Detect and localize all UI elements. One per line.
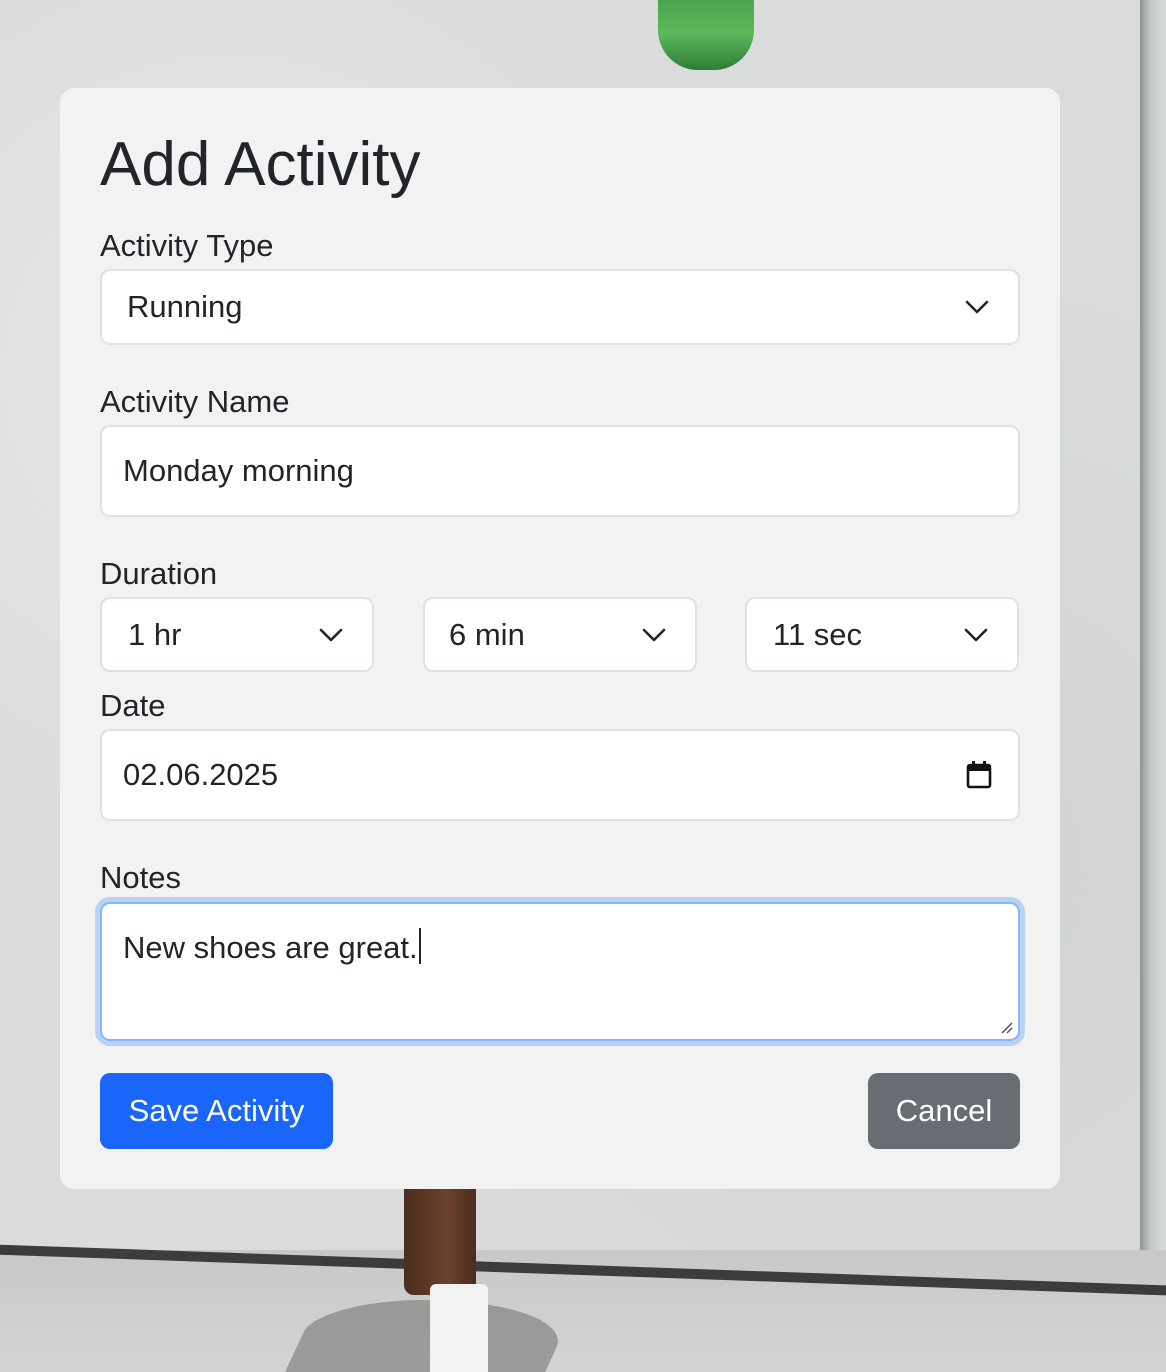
activity-type-value: Running [127,289,243,324]
duration-seconds-select[interactable]: 11 sec [745,597,1019,672]
date-label: Date [100,688,166,723]
notes-label: Notes [100,860,181,895]
background-sock [430,1284,488,1372]
notes-value: New shoes are great. [123,928,421,966]
duration-seconds-value: 11 sec [773,616,863,652]
date-input[interactable]: 02.06.2025 [100,729,1020,821]
save-activity-button[interactable]: Save Activity [100,1073,333,1149]
calendar-icon[interactable] [966,761,992,789]
duration-hours-select[interactable]: 1 hr [100,597,374,672]
add-activity-card: Add Activity Activity Type Running Activ… [60,88,1060,1189]
duration-label: Duration [100,556,218,591]
activity-name-value: Monday morning [123,453,354,488]
background-wall-edge [1140,0,1166,1250]
background-green-bag [658,0,754,70]
page-title: Add Activity [100,130,421,199]
notes-text: New shoes are great. [123,930,418,965]
activity-type-select[interactable]: Running [100,269,1020,345]
activity-name-label: Activity Name [100,384,290,419]
cancel-button[interactable]: Cancel [868,1073,1020,1149]
duration-minutes-value: 6 min [449,616,525,652]
chevron-down-icon [964,628,988,641]
text-caret [418,928,421,964]
chevron-down-icon [319,628,343,641]
duration-hours-value: 1 hr [128,616,182,652]
activity-type-label: Activity Type [100,228,274,263]
duration-minutes-select[interactable]: 6 min [423,597,697,672]
chevron-down-icon [965,300,989,314]
date-value: 02.06.2025 [123,757,279,792]
notes-textarea[interactable]: New shoes are great. [100,902,1020,1041]
chevron-down-icon [642,628,666,641]
background-leg [404,1185,476,1295]
resize-handle-icon[interactable] [998,1019,1014,1035]
activity-name-input[interactable]: Monday morning [100,425,1020,517]
